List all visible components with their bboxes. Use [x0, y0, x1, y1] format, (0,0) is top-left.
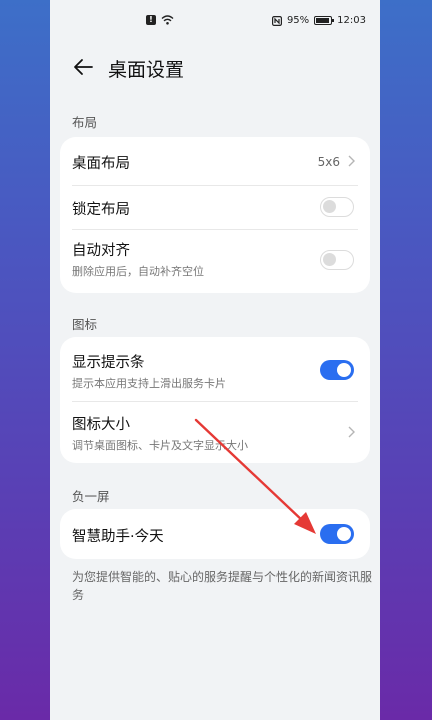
icon-size-subtitle: 调节桌面图标、卡片及文字显示大小 [72, 439, 248, 452]
toggle-knob [323, 253, 336, 266]
auto-align-row: 自动对齐 删除应用后，自动补齐空位 [60, 229, 370, 293]
icon-size-row[interactable]: 图标大小 调节桌面图标、卡片及文字显示大小 [60, 401, 370, 463]
layout-card: 桌面布局 5x6 锁定布局 自动对齐 删除应用后，自动补齐空位 [60, 137, 370, 293]
chevron-right-icon [348, 155, 355, 167]
section-label-layout: 布局 [72, 115, 98, 130]
clock: 12:03 [337, 15, 366, 26]
smart-assistant-toggle[interactable] [320, 524, 354, 544]
icon-size-title: 图标大小 [72, 417, 130, 433]
auto-align-title: 自动对齐 [72, 243, 130, 259]
smart-assistant-title: 智慧助手·今天 [72, 529, 164, 545]
section-label-icons: 图标 [72, 317, 98, 332]
desktop-layout-value: 5x6 [317, 155, 340, 169]
lock-layout-row: 锁定布局 [60, 185, 370, 229]
page-title: 桌面设置 [108, 59, 185, 81]
toggle-knob [337, 363, 351, 377]
wifi-icon [161, 15, 174, 25]
desktop-layout-row[interactable]: 桌面布局 5x6 [60, 137, 370, 185]
desktop-layout-title: 桌面布局 [72, 156, 130, 172]
back-arrow-icon[interactable] [70, 54, 96, 80]
auto-align-subtitle: 删除应用后，自动补齐空位 [72, 265, 204, 278]
show-hint-bar-row: 显示提示条 提示本应用支持上滑出服务卡片 [60, 337, 370, 401]
phone-screen: ! 95% 12:03 桌面设置 布局 桌面布局 5x6 锁定布局 自动对齐 删… [50, 0, 380, 720]
status-bar-right: 95% 12:03 [271, 15, 366, 26]
toggle-knob [323, 200, 336, 213]
status-bar: ! 95% 12:03 [50, 0, 380, 44]
smart-assistant-row: 智慧助手·今天 [60, 509, 370, 559]
status-bar-left: ! [146, 15, 174, 25]
minus-one-card: 智慧助手·今天 [60, 509, 370, 559]
show-hint-bar-subtitle: 提示本应用支持上滑出服务卡片 [72, 377, 226, 390]
alert-icon: ! [146, 15, 156, 25]
section-label-minus-one: 负一屏 [72, 489, 110, 504]
battery-percent: 95% [286, 15, 310, 26]
auto-align-toggle[interactable] [320, 250, 354, 270]
lock-layout-title: 锁定布局 [72, 202, 130, 218]
lock-layout-toggle[interactable] [320, 197, 354, 217]
show-hint-bar-toggle[interactable] [320, 360, 354, 380]
show-hint-bar-title: 显示提示条 [72, 355, 145, 371]
toggle-knob [337, 527, 351, 541]
minus-one-footnote: 为您提供智能的、贴心的服务提醒与个性化的新闻资讯服务 [72, 570, 373, 602]
icons-card: 显示提示条 提示本应用支持上滑出服务卡片 图标大小 调节桌面图标、卡片及文字显示… [60, 337, 370, 463]
battery-icon [314, 16, 335, 25]
chevron-right-icon [348, 426, 355, 438]
nfc-icon [271, 15, 282, 26]
page-header: 桌面设置 [50, 52, 380, 82]
